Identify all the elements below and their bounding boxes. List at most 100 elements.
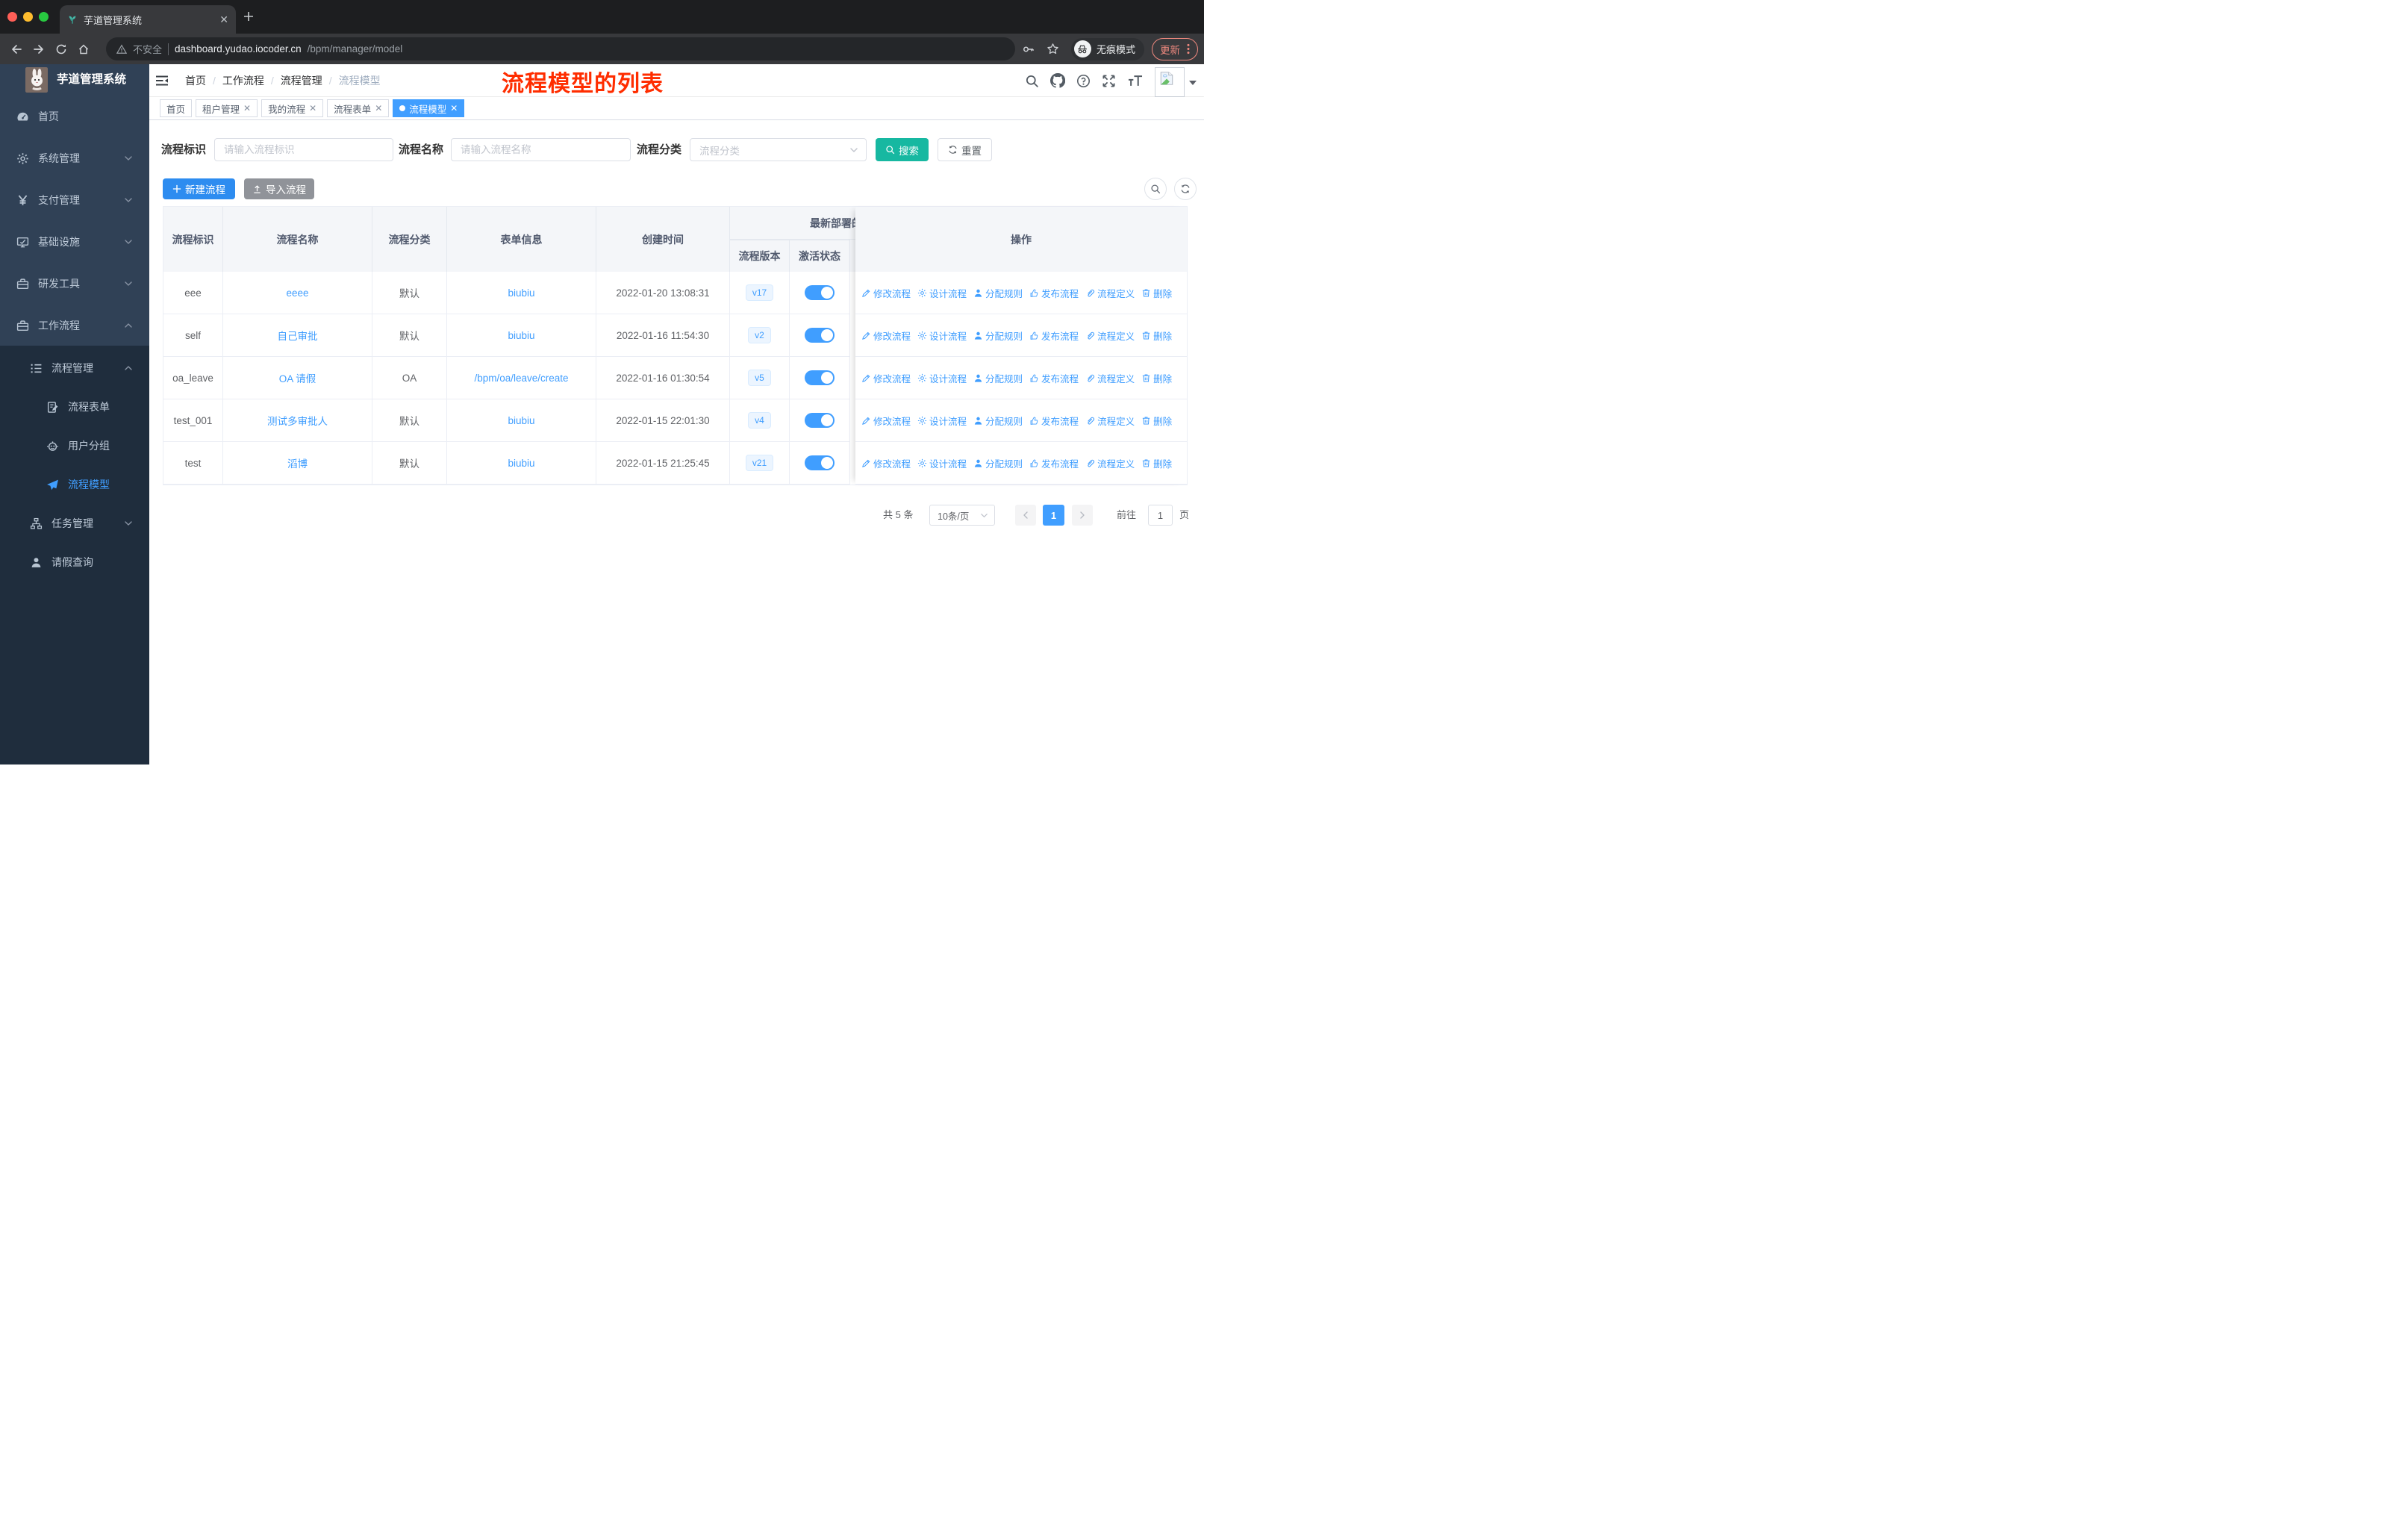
tag-home[interactable]: 首页 bbox=[160, 99, 193, 117]
form-info-link[interactable]: biubiu bbox=[447, 314, 596, 356]
form-info-link[interactable]: biubiu bbox=[447, 272, 596, 314]
bookmark-star-icon[interactable] bbox=[1047, 43, 1059, 55]
refresh-table-button[interactable] bbox=[1174, 178, 1197, 200]
reload-button[interactable] bbox=[55, 43, 67, 55]
form-info-link[interactable]: biubiu bbox=[447, 442, 596, 484]
assign-rule-link[interactable]: 分配规则 bbox=[973, 371, 1023, 385]
show-search-button[interactable] bbox=[1144, 178, 1167, 200]
sidebar-item-user-group[interactable]: 用户分组 bbox=[0, 426, 149, 465]
form-info-link[interactable]: /bpm/oa/leave/create bbox=[447, 357, 596, 399]
delete-process-link[interactable]: 删除 bbox=[1141, 328, 1172, 343]
sidebar-item-process-mgmt[interactable]: 流程管理 bbox=[0, 349, 149, 387]
breadcrumb-item[interactable]: 工作流程 bbox=[222, 73, 264, 88]
model-name-link[interactable]: OA 请假 bbox=[223, 357, 372, 399]
model-name-link[interactable]: eeee bbox=[223, 272, 372, 314]
process-definition-link[interactable]: 流程定义 bbox=[1085, 414, 1135, 428]
search-button[interactable]: 搜索 bbox=[876, 138, 929, 161]
model-name-link[interactable]: 测试多审批人 bbox=[223, 399, 372, 441]
breadcrumb-item[interactable]: 流程管理 bbox=[281, 73, 322, 88]
publish-process-link[interactable]: 发布流程 bbox=[1029, 328, 1079, 343]
process-id-input[interactable] bbox=[214, 138, 393, 161]
goto-page-input[interactable] bbox=[1148, 505, 1173, 526]
sidebar-item-home[interactable]: 首页 bbox=[0, 96, 149, 137]
sidebar-item-workflow[interactable]: 工作流程 bbox=[0, 305, 149, 346]
next-page-button[interactable] bbox=[1072, 505, 1093, 526]
reset-button[interactable]: 重置 bbox=[938, 138, 992, 161]
version-badge[interactable]: v2 bbox=[748, 327, 771, 343]
sidebar-item-system[interactable]: 系统管理 bbox=[0, 137, 149, 179]
publish-process-link[interactable]: 发布流程 bbox=[1029, 371, 1079, 385]
window-zoom-button[interactable] bbox=[39, 12, 49, 22]
category-select[interactable]: 流程分类 bbox=[690, 138, 867, 161]
delete-process-link[interactable]: 删除 bbox=[1141, 371, 1172, 385]
process-definition-link[interactable]: 流程定义 bbox=[1085, 328, 1135, 343]
sidebar-item-process-form[interactable]: 流程表单 bbox=[0, 387, 149, 426]
avatar[interactable] bbox=[1155, 67, 1185, 97]
tag-process-model[interactable]: 流程模型 ✕ bbox=[393, 99, 465, 117]
key-icon[interactable] bbox=[1023, 43, 1035, 55]
url-bar[interactable]: 不安全 dashboard.yudao.iocoder.cn/bpm/manag… bbox=[106, 37, 1015, 60]
edit-process-link[interactable]: 修改流程 bbox=[861, 456, 911, 470]
prev-page-button[interactable] bbox=[1015, 505, 1036, 526]
assign-rule-link[interactable]: 分配规则 bbox=[973, 286, 1023, 300]
back-button[interactable] bbox=[10, 43, 22, 55]
fullscreen-icon[interactable] bbox=[1102, 74, 1116, 88]
avatar-caret-icon[interactable] bbox=[1189, 81, 1197, 85]
close-tag-icon[interactable]: ✕ bbox=[309, 103, 316, 113]
version-badge[interactable]: v21 bbox=[745, 455, 774, 471]
publish-process-link[interactable]: 发布流程 bbox=[1029, 414, 1079, 428]
close-tag-icon[interactable]: ✕ bbox=[375, 103, 382, 113]
publish-process-link[interactable]: 发布流程 bbox=[1029, 456, 1079, 470]
design-process-link[interactable]: 设计流程 bbox=[917, 456, 967, 470]
process-definition-link[interactable]: 流程定义 bbox=[1085, 286, 1135, 300]
window-minimize-button[interactable] bbox=[23, 12, 33, 22]
edit-process-link[interactable]: 修改流程 bbox=[861, 371, 911, 385]
process-definition-link[interactable]: 流程定义 bbox=[1085, 371, 1135, 385]
form-info-link[interactable]: biubiu bbox=[447, 399, 596, 441]
import-process-button[interactable]: 导入流程 bbox=[244, 178, 314, 199]
sidebar-item-infra[interactable]: 基础设施 bbox=[0, 221, 149, 263]
tag-tenant[interactable]: 租户管理 ✕ bbox=[196, 99, 258, 117]
delete-process-link[interactable]: 删除 bbox=[1141, 286, 1172, 300]
version-badge[interactable]: v5 bbox=[748, 370, 771, 386]
active-toggle[interactable] bbox=[805, 413, 835, 428]
browser-menu-icon[interactable] bbox=[1187, 43, 1190, 55]
sidebar-item-devtools[interactable]: 研发工具 bbox=[0, 263, 149, 305]
design-process-link[interactable]: 设计流程 bbox=[917, 328, 967, 343]
model-name-link[interactable]: 自己审批 bbox=[223, 314, 372, 356]
active-toggle[interactable] bbox=[805, 455, 835, 470]
sidebar-collapse-icon[interactable] bbox=[155, 75, 169, 87]
tag-process-form[interactable]: 流程表单 ✕ bbox=[327, 99, 390, 117]
process-definition-link[interactable]: 流程定义 bbox=[1085, 456, 1135, 470]
close-tag-icon[interactable]: ✕ bbox=[243, 103, 251, 113]
publish-process-link[interactable]: 发布流程 bbox=[1029, 286, 1079, 300]
design-process-link[interactable]: 设计流程 bbox=[917, 371, 967, 385]
active-toggle[interactable] bbox=[805, 328, 835, 343]
github-icon[interactable] bbox=[1050, 73, 1065, 88]
delete-process-link[interactable]: 删除 bbox=[1141, 414, 1172, 428]
edit-process-link[interactable]: 修改流程 bbox=[861, 328, 911, 343]
forward-button[interactable] bbox=[33, 43, 45, 55]
process-name-input[interactable] bbox=[451, 138, 631, 161]
edit-process-link[interactable]: 修改流程 bbox=[861, 414, 911, 428]
version-badge[interactable]: v4 bbox=[748, 412, 771, 429]
assign-rule-link[interactable]: 分配规则 bbox=[973, 414, 1023, 428]
design-process-link[interactable]: 设计流程 bbox=[917, 286, 967, 300]
close-tag-icon[interactable]: ✕ bbox=[450, 103, 458, 113]
active-toggle[interactable] bbox=[805, 370, 835, 385]
edit-process-link[interactable]: 修改流程 bbox=[861, 286, 911, 300]
window-close-button[interactable] bbox=[7, 12, 17, 22]
tab-close-icon[interactable]: ✕ bbox=[219, 13, 228, 26]
assign-rule-link[interactable]: 分配规则 bbox=[973, 456, 1023, 470]
browser-tab[interactable]: 芋道管理系统 ✕ bbox=[60, 5, 236, 34]
sidebar-item-process-model[interactable]: 流程模型 bbox=[0, 465, 149, 504]
font-size-icon[interactable] bbox=[1127, 75, 1144, 87]
new-tab-button[interactable] bbox=[243, 11, 254, 22]
home-button[interactable] bbox=[78, 43, 90, 55]
delete-process-link[interactable]: 删除 bbox=[1141, 456, 1172, 470]
breadcrumb-item[interactable]: 首页 bbox=[185, 73, 206, 88]
assign-rule-link[interactable]: 分配规则 bbox=[973, 328, 1023, 343]
tag-my-process[interactable]: 我的流程 ✕ bbox=[261, 99, 324, 117]
sidebar-item-payment[interactable]: 支付管理 bbox=[0, 179, 149, 221]
current-page-button[interactable]: 1 bbox=[1043, 505, 1064, 526]
